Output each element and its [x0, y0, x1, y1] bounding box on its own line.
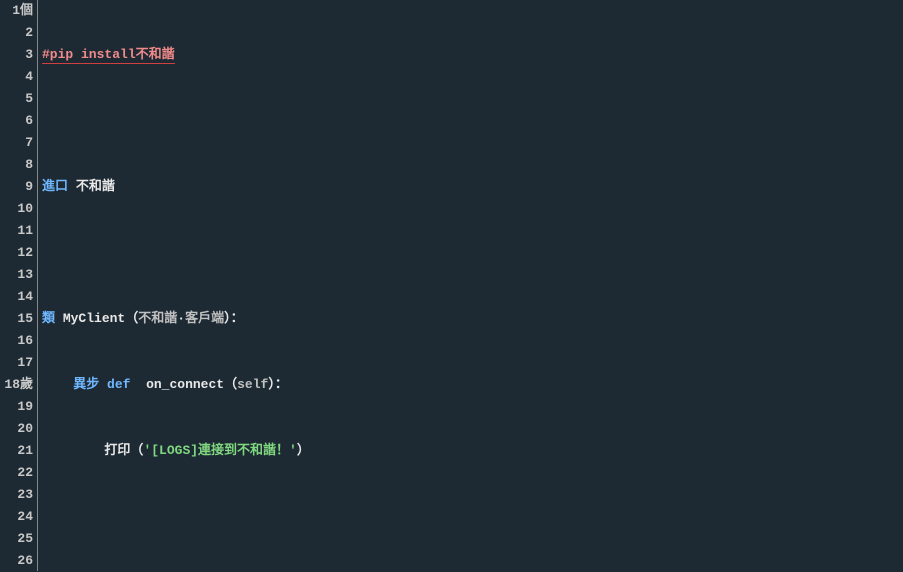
- line-number: 13: [0, 264, 33, 286]
- code-line: [42, 506, 903, 528]
- line-number: 12: [0, 242, 33, 264]
- line-number: 19: [0, 396, 33, 418]
- def-token: def: [107, 377, 130, 392]
- code-editor: 1個 2 3 4 5 6 7 8 9 10 11 12 13 14 15 16 …: [0, 0, 903, 571]
- line-number: 21: [0, 440, 33, 462]
- line-number: 10: [0, 198, 33, 220]
- line-number-gutter: 1個 2 3 4 5 6 7 8 9 10 11 12 13 14 15 16 …: [0, 0, 38, 571]
- line-number: 2: [0, 22, 33, 44]
- line-number: 24: [0, 506, 33, 528]
- fn-name-token: on_connect: [146, 377, 224, 392]
- line-number: 17: [0, 352, 33, 374]
- identifier-token: MyClient（不和諧·客戶端）：: [63, 311, 244, 326]
- code-line: 打印（'[LOGS]連接到不和諧！'）: [42, 440, 903, 462]
- line-number: 15: [0, 308, 33, 330]
- code-line: #pip install不和諧: [42, 44, 903, 66]
- punc-token: ）: [297, 443, 310, 458]
- line-number: 6: [0, 110, 33, 132]
- line-number: 8: [0, 154, 33, 176]
- line-number: 4: [0, 66, 33, 88]
- fn-call-token: 打印（: [104, 443, 143, 458]
- line-number: 23: [0, 484, 33, 506]
- line-number: 22: [0, 462, 33, 484]
- string-token: '[LOGS]連接到不和諧！': [143, 443, 296, 458]
- line-number: 26: [0, 550, 33, 572]
- keyword-token: 異步: [73, 377, 99, 392]
- line-number: 20: [0, 418, 33, 440]
- comment-token: #pip install不和諧: [42, 47, 175, 64]
- keyword-token: 進口: [42, 179, 68, 194]
- param-token: self: [237, 377, 268, 392]
- identifier-token: 不和諧: [76, 179, 115, 194]
- code-line: 類 MyClient（不和諧·客戶端）：: [42, 308, 903, 330]
- line-number: 25: [0, 528, 33, 550]
- line-number: 5: [0, 88, 33, 110]
- code-line: [42, 242, 903, 264]
- line-number: 9: [0, 176, 33, 198]
- line-number: 1個: [0, 0, 33, 22]
- line-number: 11: [0, 220, 33, 242]
- line-number: 7: [0, 132, 33, 154]
- line-number: 3: [0, 44, 33, 66]
- code-line: 異步 def on_connect（self）：: [42, 374, 903, 396]
- keyword-token: 類: [42, 311, 55, 326]
- code-line: [42, 110, 903, 132]
- line-number: 14: [0, 286, 33, 308]
- code-line: 進口 不和諧: [42, 176, 903, 198]
- line-number: 18歲: [0, 374, 33, 396]
- line-number: 16: [0, 330, 33, 352]
- code-area[interactable]: #pip install不和諧 進口 不和諧 類 MyClient（不和諧·客戶…: [38, 0, 903, 571]
